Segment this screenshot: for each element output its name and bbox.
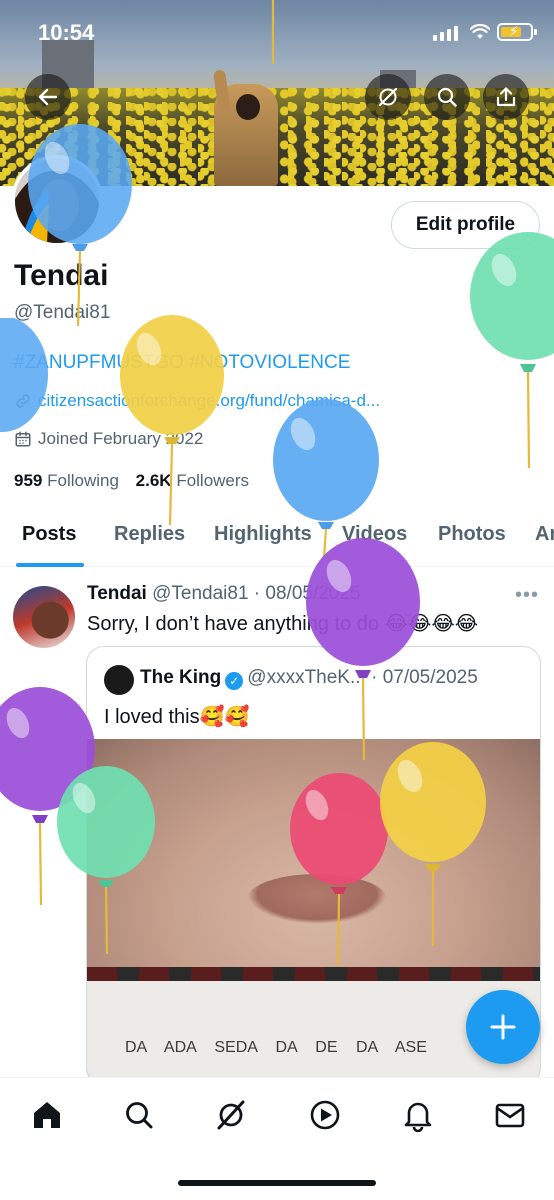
plus-icon — [490, 1014, 516, 1040]
home-indicator — [178, 1180, 376, 1186]
grok-icon — [378, 87, 398, 107]
balloon-icon — [306, 538, 420, 760]
balloon-icon — [271, 0, 275, 64]
wifi-icon — [470, 24, 490, 39]
mail-icon[interactable] — [493, 1098, 527, 1132]
back-button[interactable] — [25, 74, 71, 120]
search-button[interactable] — [424, 74, 470, 120]
quote-text: I loved this🥰🥰 — [104, 706, 250, 728]
balloon-icon — [120, 315, 224, 525]
share-icon — [496, 87, 516, 107]
battery-icon: ⚡ — [497, 23, 537, 41]
media-strip — [87, 967, 540, 981]
tab-posts[interactable]: Posts — [22, 523, 76, 546]
bell-icon[interactable] — [401, 1098, 435, 1132]
following-link[interactable]: 959 Following — [14, 471, 119, 490]
quote-avatar — [104, 665, 134, 695]
back-arrow-icon — [38, 88, 58, 106]
status-time: 10:54 — [38, 20, 95, 45]
video-icon[interactable] — [308, 1098, 342, 1132]
home-icon[interactable] — [30, 1098, 64, 1132]
status-bar: 10:54 ⚡ — [0, 0, 554, 64]
more-options-icon[interactable]: ••• — [515, 584, 539, 607]
signal-icon — [433, 26, 458, 41]
post-author[interactable]: Tendai — [87, 583, 147, 604]
balloon-icon — [0, 318, 48, 432]
media-text: DA ADA SEDA DA DE DA ASE — [125, 1039, 427, 1056]
balloon-icon — [290, 773, 388, 965]
tab-photos[interactable]: Photos — [438, 523, 506, 546]
quote-author: The King — [140, 667, 222, 688]
post-avatar[interactable] — [13, 586, 75, 648]
banner-speaker-head — [236, 94, 260, 120]
balloon-icon — [28, 124, 132, 326]
balloon-icon — [470, 232, 554, 468]
balloon-icon — [57, 766, 155, 954]
tab-articles[interactable]: Ar — [535, 523, 554, 546]
search-icon — [437, 87, 457, 107]
grok-button[interactable] — [365, 74, 411, 120]
following-label: Following — [47, 471, 119, 490]
grok-icon[interactable] — [214, 1098, 248, 1132]
balloon-icon — [380, 742, 486, 946]
tab-replies[interactable]: Replies — [114, 523, 185, 546]
share-button[interactable] — [483, 74, 529, 120]
verified-badge-icon: ✓ — [225, 672, 244, 690]
search-icon[interactable] — [122, 1098, 156, 1132]
following-count: 959 — [14, 471, 43, 490]
active-tab-indicator — [16, 563, 84, 567]
compose-button[interactable] — [466, 990, 540, 1064]
balloon-icon — [273, 399, 379, 558]
